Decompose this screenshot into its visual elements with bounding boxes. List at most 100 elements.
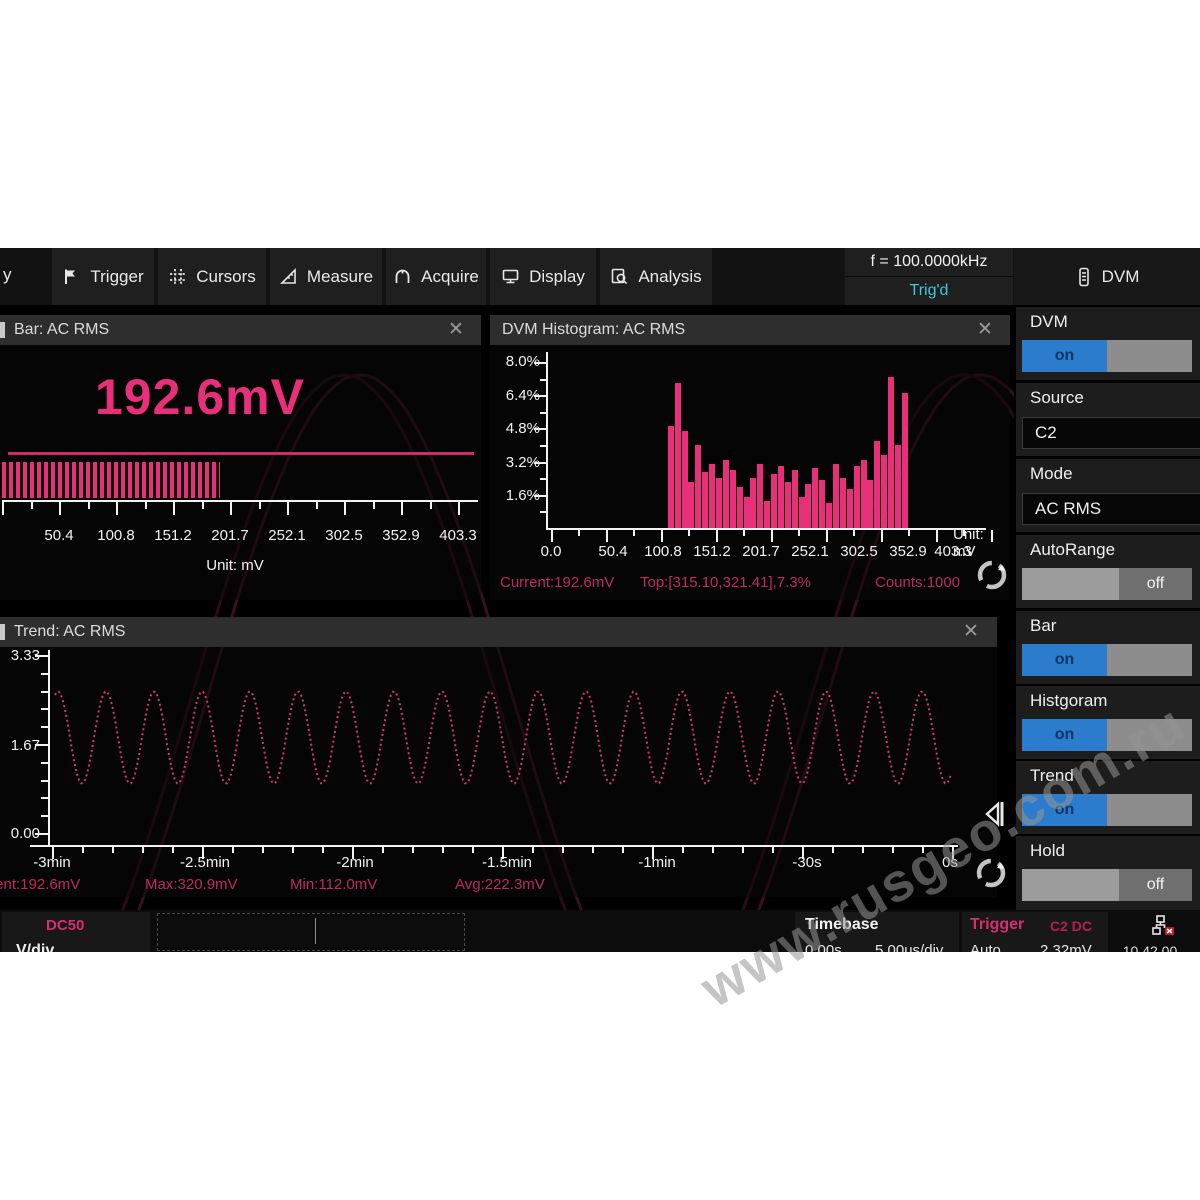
- mode-label: Mode: [1030, 464, 1073, 484]
- tick: [442, 847, 444, 853]
- dvm-toggle[interactable]: on: [1022, 340, 1192, 372]
- trend-stat-current: Current:192.6mV: [0, 876, 80, 893]
- dvm-section-label: DVM: [1030, 312, 1068, 332]
- menu-item-measure[interactable]: Measure: [270, 248, 382, 305]
- trend-panel-title: Trend: AC RMS: [14, 623, 125, 641]
- sidebar-header-label: DVM: [1102, 267, 1140, 287]
- menu-item-utility-clipped[interactable]: y: [3, 265, 12, 285]
- menu-item-label: Display: [529, 267, 585, 287]
- histogram-panel-body: 8.0% 6.4% 4.8% 3.2% 1.6% 0.0 50.4 100.8 …: [490, 345, 1010, 600]
- menu-item-acquire[interactable]: Acquire: [386, 248, 486, 305]
- hist-x-label: 302.5: [840, 543, 878, 560]
- tick: [534, 462, 546, 464]
- tick: [661, 530, 663, 542]
- network-disconnected-icon[interactable]: [1150, 914, 1180, 942]
- trigger-label: Trigger: [970, 916, 1024, 934]
- tick: [682, 847, 684, 853]
- tick: [116, 502, 118, 515]
- menu-item-analysis[interactable]: Analysis: [600, 248, 712, 305]
- hist-x-label: 252.1: [791, 543, 829, 560]
- toggle-on-half: on: [1022, 340, 1107, 372]
- tick: [401, 502, 403, 515]
- tick: [936, 530, 938, 542]
- trend-x-label: -2min: [336, 854, 374, 871]
- tick: [41, 762, 48, 764]
- tick: [41, 797, 48, 799]
- status-bar: DC50 V/div Timebase 0.00s 5.00us/div Tri…: [0, 910, 1200, 952]
- menu-item-label: Measure: [307, 267, 373, 287]
- bar-panel-body: 192.6mV 50.4 100.8 151.2 201.7 252.1 302…: [0, 345, 481, 600]
- autorange-toggle[interactable]: off: [1022, 568, 1192, 600]
- tick: [633, 530, 635, 536]
- menu-item-label: Cursors: [196, 267, 256, 287]
- close-icon[interactable]: ✕: [958, 620, 984, 644]
- menu-bar: y Trigger Cursors Measure: [0, 248, 1200, 305]
- mode-select[interactable]: AC RMS: [1022, 493, 1200, 525]
- refresh-icon[interactable]: [975, 558, 1009, 592]
- mode-value: AC RMS: [1035, 499, 1101, 519]
- acquire-icon: [393, 267, 412, 286]
- gauge-tick-label: 201.7: [211, 527, 249, 544]
- menu-item-cursors[interactable]: Cursors: [158, 248, 266, 305]
- toggle-off-half: [1107, 644, 1192, 676]
- toggle-on-half: [1022, 869, 1119, 901]
- tick: [578, 530, 580, 536]
- clock: 10.42.00: [1108, 943, 1192, 952]
- trend-x-label: -1.5min: [482, 854, 532, 871]
- tick: [430, 502, 432, 509]
- frequency-value: f = 100.0000kHz: [845, 248, 1013, 276]
- hist-x-label: 0.0: [541, 543, 562, 560]
- channel-scale-fragment: V/div: [16, 942, 54, 952]
- trend-panel-titlebar: Trend: AC RMS ✕: [0, 617, 997, 647]
- gauge-tick-label: 151.2: [154, 527, 192, 544]
- marker-line: [315, 918, 316, 944]
- tick: [592, 847, 594, 853]
- tick: [382, 847, 384, 853]
- tick: [35, 833, 48, 835]
- menu-item-label: Analysis: [638, 267, 701, 287]
- tick: [472, 847, 474, 853]
- tick: [35, 655, 48, 657]
- trigger-source: C2 DC: [1050, 918, 1092, 934]
- toggle-on-half: on: [1022, 644, 1107, 676]
- close-icon[interactable]: ✕: [972, 318, 998, 342]
- bar-toggle[interactable]: on: [1022, 644, 1192, 676]
- tick: [41, 726, 48, 728]
- tick: [41, 780, 48, 782]
- tick: [31, 502, 33, 509]
- source-select[interactable]: C2: [1022, 417, 1200, 449]
- selection-dashed-box: [157, 913, 465, 951]
- menu-item-label: Trigger: [90, 267, 143, 287]
- tick: [88, 502, 90, 509]
- tick: [622, 847, 624, 853]
- tick: [173, 502, 175, 515]
- trend-x-label: -3min: [33, 854, 71, 871]
- gauge-tick-label: 252.1: [268, 527, 306, 544]
- channel-info-box[interactable]: DC50 V/div: [2, 912, 150, 952]
- channel-coupling: DC50: [46, 917, 84, 934]
- timebase-scale: 5.00us/div: [875, 942, 943, 952]
- menu-item-trigger[interactable]: Trigger: [52, 248, 154, 305]
- tick: [41, 815, 48, 817]
- tick: [35, 744, 48, 746]
- tick: [862, 847, 864, 853]
- trigger-box[interactable]: Trigger C2 DC Auto 2.32mV: [962, 912, 1108, 952]
- menu-item-display[interactable]: Display: [490, 248, 596, 305]
- histogram-panel-titlebar: DVM Histogram: AC RMS ✕: [490, 315, 1010, 345]
- source-value: C2: [1035, 423, 1057, 443]
- trigger-status: Trig'd: [845, 277, 1013, 305]
- tick: [262, 847, 264, 853]
- close-icon[interactable]: ✕: [443, 318, 469, 342]
- tick: [41, 691, 48, 693]
- gauge-tick-label: 403.3: [439, 527, 477, 544]
- gauge-tick-label: 302.5: [325, 527, 363, 544]
- hist-x-label: 50.4: [598, 543, 627, 560]
- tick: [540, 379, 546, 381]
- screenshot-canvas: y Trigger Cursors Measure: [0, 0, 1200, 1200]
- trend-stat-max: Max:320.9mV: [145, 876, 238, 893]
- tick: [540, 511, 546, 513]
- analysis-icon: [610, 267, 629, 286]
- hist-x-label: 100.8: [644, 543, 682, 560]
- tick: [232, 847, 234, 853]
- hold-toggle[interactable]: off: [1022, 869, 1192, 901]
